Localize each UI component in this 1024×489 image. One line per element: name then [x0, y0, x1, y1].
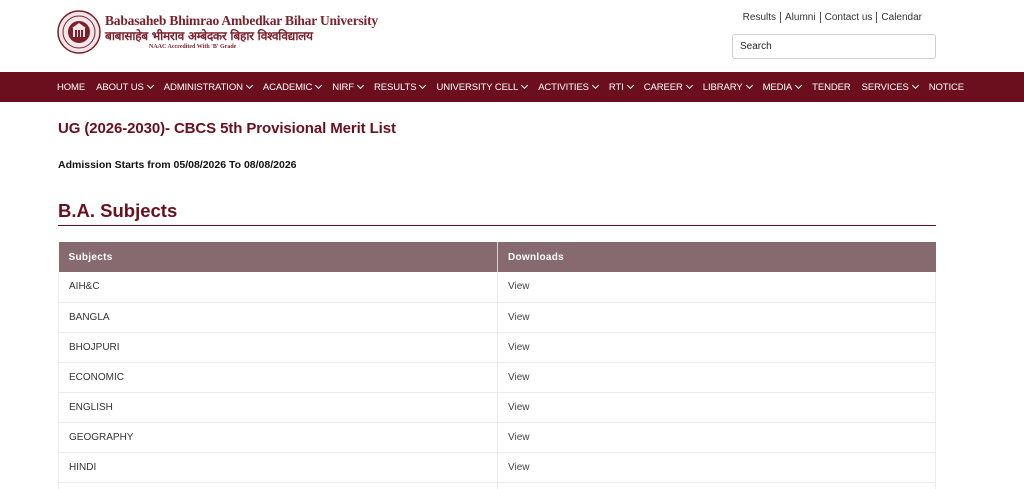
subject-cell	[58, 482, 498, 489]
nav-item-nirf[interactable]: NIRF	[332, 81, 365, 93]
nav-label: RTI	[608, 81, 624, 93]
logo-hindi-name: बाबासाहेब भीमराव अम्बेदकर बिहार विश्वविद…	[105, 28, 313, 43]
table-row: BHOJPURI View	[58, 332, 936, 363]
main-nav: HOME ABOUT US ADMINISTRATION ACADEMIC NI…	[0, 72, 1024, 102]
nav-label: CAREER	[643, 81, 683, 93]
view-link[interactable]: View	[497, 332, 936, 363]
nav-item-university-cell[interactable]: UNIVERSITY CELL	[436, 81, 529, 93]
nav-label: UNIVERSITY CELL	[436, 81, 519, 93]
nav-label: RESULTS	[374, 81, 417, 93]
university-seal-icon	[57, 10, 101, 54]
subject-cell: GEOGRAPHY	[58, 422, 498, 453]
nav-item-home[interactable]: HOME	[57, 82, 85, 93]
chevron-down-icon	[795, 81, 803, 90]
view-link[interactable]: View	[497, 362, 936, 393]
search-input[interactable]	[732, 34, 936, 59]
chevron-down-icon	[911, 81, 919, 90]
site-header: Babasaheb Bhimrao Ambedkar Bihar Univers…	[0, 0, 1024, 72]
chevron-down-icon	[591, 81, 599, 90]
nav-label: NOTICE	[928, 81, 964, 93]
logo-english-name: Babasaheb Bhimrao Ambedkar Bihar Univers…	[105, 13, 378, 29]
table-row: AIH&C View	[58, 272, 936, 303]
nav-item-rti[interactable]: RTI	[608, 81, 634, 93]
subject-cell: BHOJPURI	[58, 332, 498, 363]
main-content: UG (2026-2030)- CBCS 5th Provisional Mer…	[58, 102, 936, 489]
view-link[interactable]: View	[497, 422, 936, 453]
top-link-alumni[interactable]: Alumni	[781, 12, 821, 23]
top-links: Results Alumni Contact us Calendar	[739, 12, 922, 23]
top-link-calendar[interactable]: Calendar	[877, 12, 922, 23]
nav-item-media[interactable]: MEDIA	[762, 81, 803, 93]
view-link[interactable]: View	[497, 452, 936, 483]
nav-label: ACTIVITIES	[538, 81, 589, 93]
chevron-down-icon	[315, 81, 323, 90]
view-link[interactable]: View	[497, 302, 936, 333]
admission-dates: Admission Starts from 05/08/2026 To 08/0…	[58, 159, 297, 171]
subject-cell: ENGLISH	[58, 392, 498, 423]
subjects-table: Subjects Downloads AIH&C View BANGLA Vie…	[58, 242, 936, 489]
nav-item-services[interactable]: SERVICES	[861, 81, 919, 93]
nav-label: ADMINISTRATION	[163, 81, 243, 93]
nav-label: ABOUT US	[96, 81, 144, 93]
nav-item-notice[interactable]: NOTICE	[929, 82, 964, 93]
nav-item-academic[interactable]: ACADEMIC	[262, 81, 323, 93]
top-link-contact[interactable]: Contact us	[821, 12, 878, 23]
logo-text: Babasaheb Bhimrao Ambedkar Bihar Univers…	[105, 14, 378, 50]
chevron-down-icon	[685, 81, 693, 90]
nav-label: NIRF	[332, 81, 355, 93]
nav-item-results[interactable]: RESULTS	[374, 81, 427, 93]
chevron-down-icon	[521, 81, 529, 90]
section-title: B.A. Subjects	[58, 200, 936, 226]
nav-label: TENDER	[812, 81, 851, 93]
column-header-subjects: Subjects	[58, 242, 498, 272]
top-link-results[interactable]: Results	[739, 12, 782, 23]
table-row: ENGLISH View	[58, 392, 936, 423]
nav-label: LIBRARY	[702, 81, 743, 93]
table-row: BANGLA View	[58, 302, 936, 333]
table-row	[58, 482, 936, 489]
page-title: UG (2026-2030)- CBCS 5th Provisional Mer…	[58, 120, 396, 137]
nav-label: MEDIA	[762, 81, 793, 93]
subject-cell: HINDI	[58, 452, 498, 483]
column-header-downloads: Downloads	[497, 242, 936, 272]
nav-item-administration[interactable]: ADMINISTRATION	[163, 81, 253, 93]
nav-item-about-us[interactable]: ABOUT US	[96, 81, 154, 93]
view-link[interactable]	[497, 482, 936, 489]
table-header-row: Subjects Downloads	[58, 242, 936, 272]
subject-cell: BANGLA	[58, 302, 498, 333]
nav-item-career[interactable]: CAREER	[643, 81, 693, 93]
university-logo[interactable]: Babasaheb Bhimrao Ambedkar Bihar Univers…	[57, 10, 378, 54]
subject-cell: AIH&C	[58, 272, 498, 303]
chevron-down-icon	[745, 81, 753, 90]
nav-label: HOME	[57, 81, 86, 93]
subject-cell: ECONOMIC	[58, 362, 498, 393]
nav-item-library[interactable]: LIBRARY	[702, 81, 753, 93]
chevron-down-icon	[626, 81, 634, 90]
view-link[interactable]: View	[497, 272, 936, 303]
table-row: HINDI View	[58, 452, 936, 483]
table-row: ECONOMIC View	[58, 362, 936, 393]
nav-item-activities[interactable]: ACTIVITIES	[538, 81, 599, 93]
chevron-down-icon	[245, 81, 253, 90]
logo-naac-text: NAAC Accredited With 'B' Grade	[149, 43, 237, 50]
chevron-down-icon	[419, 81, 427, 90]
table-row: GEOGRAPHY View	[58, 422, 936, 453]
chevron-down-icon	[146, 81, 154, 90]
chevron-down-icon	[356, 81, 365, 90]
nav-label: SERVICES	[861, 81, 909, 93]
nav-item-tender[interactable]: TENDER	[812, 81, 851, 93]
nav-label: ACADEMIC	[262, 81, 313, 93]
view-link[interactable]: View	[497, 392, 936, 423]
